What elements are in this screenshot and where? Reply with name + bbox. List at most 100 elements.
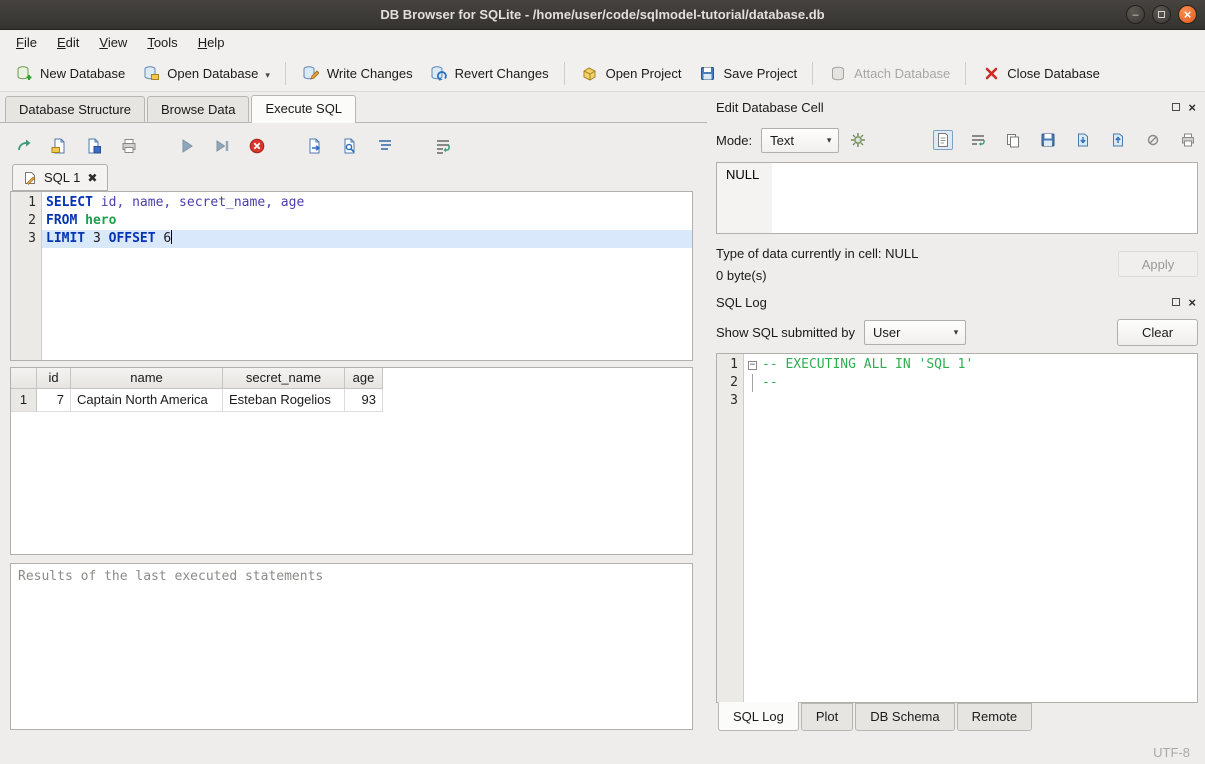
mode-combobox[interactable]: Text ▾ [761, 128, 839, 153]
export-icon[interactable] [1108, 130, 1128, 150]
main-tabbar: Database Structure Browse Data Execute S… [0, 92, 707, 123]
save-icon[interactable] [1038, 130, 1058, 150]
line-number: 2 [11, 212, 36, 230]
tab-execute-sql[interactable]: Execute SQL [251, 95, 356, 123]
open-database-dropdown-icon[interactable]: ▾ [265, 70, 270, 84]
cell-name[interactable]: Captain North America [71, 389, 223, 412]
sql-code-editor[interactable]: 1 2 3 SELECT id, name, secret_name, age … [10, 191, 693, 361]
editor-tab-close-icon[interactable]: ✖ [87, 171, 97, 185]
right-pane: Edit Database Cell × Mode: Text ▾ [707, 92, 1205, 740]
text-mode-icon[interactable] [933, 130, 953, 150]
sql-table-name: hero [85, 213, 116, 228]
menu-edit[interactable]: Edit [47, 30, 89, 56]
window-controls: – × [1126, 5, 1197, 24]
fold-collapse-icon[interactable]: − [748, 361, 757, 370]
menu-view[interactable]: View [89, 30, 137, 56]
new-database-icon [14, 64, 34, 84]
column-header-id[interactable]: id [37, 368, 71, 389]
column-header-age[interactable]: age [345, 368, 383, 389]
tab-sql-log[interactable]: SQL Log [718, 702, 799, 731]
tab-remote[interactable]: Remote [957, 703, 1033, 731]
word-wrap-icon[interactable] [433, 136, 453, 156]
toolbar-separator [812, 62, 813, 85]
code-line-1[interactable]: SELECT id, name, secret_name, age [42, 194, 692, 212]
cell-id[interactable]: 7 [37, 389, 71, 412]
revert-changes-button[interactable]: Revert Changes [421, 59, 557, 89]
word-wrap-icon[interactable] [968, 130, 988, 150]
code-line-2[interactable]: FROM hero [42, 212, 692, 230]
sql-log-controls: Show SQL submitted by User ▾ Clear [716, 312, 1198, 353]
print-icon[interactable] [1178, 130, 1198, 150]
revert-changes-icon [429, 64, 449, 84]
menu-tools[interactable]: Tools [137, 30, 187, 56]
tab-database-structure[interactable]: Database Structure [5, 96, 145, 122]
write-changes-button[interactable]: Write Changes [293, 59, 421, 89]
close-database-label: Close Database [1007, 66, 1100, 81]
statusbar: UTF-8 [0, 740, 1205, 764]
float-dock-icon[interactable] [1172, 103, 1180, 111]
save-sql-file-icon[interactable] [84, 136, 104, 156]
clear-button[interactable]: Clear [1117, 319, 1198, 346]
import-icon[interactable] [1073, 130, 1093, 150]
sql-log-view[interactable]: 1 2 3 − -- EXECUTING ALL IN 'SQL 1' -- [716, 353, 1198, 703]
log-line-1: − -- EXECUTING ALL IN 'SQL 1' [744, 356, 1197, 374]
close-database-button[interactable]: Close Database [973, 59, 1108, 89]
apply-button[interactable]: Apply [1118, 251, 1198, 277]
minimize-icon: – [1132, 9, 1138, 21]
float-dock-icon[interactable] [1172, 298, 1180, 306]
column-header-secret-name[interactable]: secret_name [223, 368, 345, 389]
open-database-label: Open Database [167, 66, 258, 81]
dock-buttons: × [1172, 296, 1198, 309]
execute-all-icon[interactable] [177, 136, 197, 156]
open-sql-file-icon[interactable] [49, 136, 69, 156]
close-button[interactable]: × [1178, 5, 1197, 24]
open-project-button[interactable]: Open Project [572, 59, 690, 89]
auto-switch-mode-icon[interactable] [848, 130, 868, 150]
log-line-number-gutter: 1 2 3 [717, 354, 744, 702]
execute-current-line-icon[interactable] [212, 136, 232, 156]
find-replace-icon[interactable] [340, 136, 360, 156]
tab-browse-data[interactable]: Browse Data [147, 96, 249, 122]
fold-guide-line [752, 374, 753, 392]
maximize-icon [1158, 11, 1165, 18]
tab-plot[interactable]: Plot [801, 703, 853, 731]
open-tab-icon[interactable] [14, 136, 34, 156]
table-row: 1 7 Captain North America Esteban Rogeli… [11, 389, 692, 412]
titlebar: DB Browser for SQLite - /home/user/code/… [0, 0, 1205, 30]
minimize-button[interactable]: – [1126, 5, 1145, 24]
dock-buttons: × [1172, 101, 1198, 114]
maximize-button[interactable] [1152, 5, 1171, 24]
cell-age[interactable]: 93 [345, 389, 383, 412]
menubar: File Edit View Tools Help [0, 30, 1205, 56]
cell-editor[interactable]: NULL [716, 162, 1198, 234]
tab-db-schema[interactable]: DB Schema [855, 703, 954, 731]
open-database-button[interactable]: Open Database ▾ [133, 59, 278, 89]
save-project-button[interactable]: Save Project [689, 59, 805, 89]
encoding-indicator[interactable]: UTF-8 [1153, 745, 1190, 760]
set-null-icon[interactable] [1143, 130, 1163, 150]
toolbar-separator [965, 62, 966, 85]
edit-cell-title: Edit Database Cell [716, 100, 1172, 115]
export-results-icon[interactable] [305, 136, 325, 156]
menu-help[interactable]: Help [188, 30, 235, 56]
editor-tabbar: SQL 1 ✖ [10, 162, 693, 191]
corner-header [11, 368, 37, 389]
stop-icon[interactable] [247, 136, 267, 156]
copy-icon[interactable] [1003, 130, 1023, 150]
edit-cell-controls: Mode: Text ▾ [716, 121, 1198, 159]
cell-secret-name[interactable]: Esteban Rogelios [223, 389, 345, 412]
code-area[interactable]: SELECT id, name, secret_name, age FROM h… [42, 192, 692, 360]
code-line-3[interactable]: LIMIT 3 OFFSET 6 [42, 230, 692, 248]
sql-keyword: LIMIT [46, 231, 85, 246]
sql-log-filter-combobox[interactable]: User ▾ [864, 320, 966, 345]
edit-cell-dock-header: Edit Database Cell × [716, 97, 1198, 117]
editor-tab-sql1[interactable]: SQL 1 ✖ [12, 164, 108, 191]
menu-file[interactable]: File [6, 30, 47, 56]
print-icon[interactable] [119, 136, 139, 156]
new-database-button[interactable]: New Database [6, 59, 133, 89]
column-header-name[interactable]: name [71, 368, 223, 389]
close-dock-icon[interactable]: × [1188, 296, 1196, 309]
format-sql-icon[interactable] [375, 136, 395, 156]
close-icon: × [1184, 7, 1192, 22]
close-dock-icon[interactable]: × [1188, 101, 1196, 114]
